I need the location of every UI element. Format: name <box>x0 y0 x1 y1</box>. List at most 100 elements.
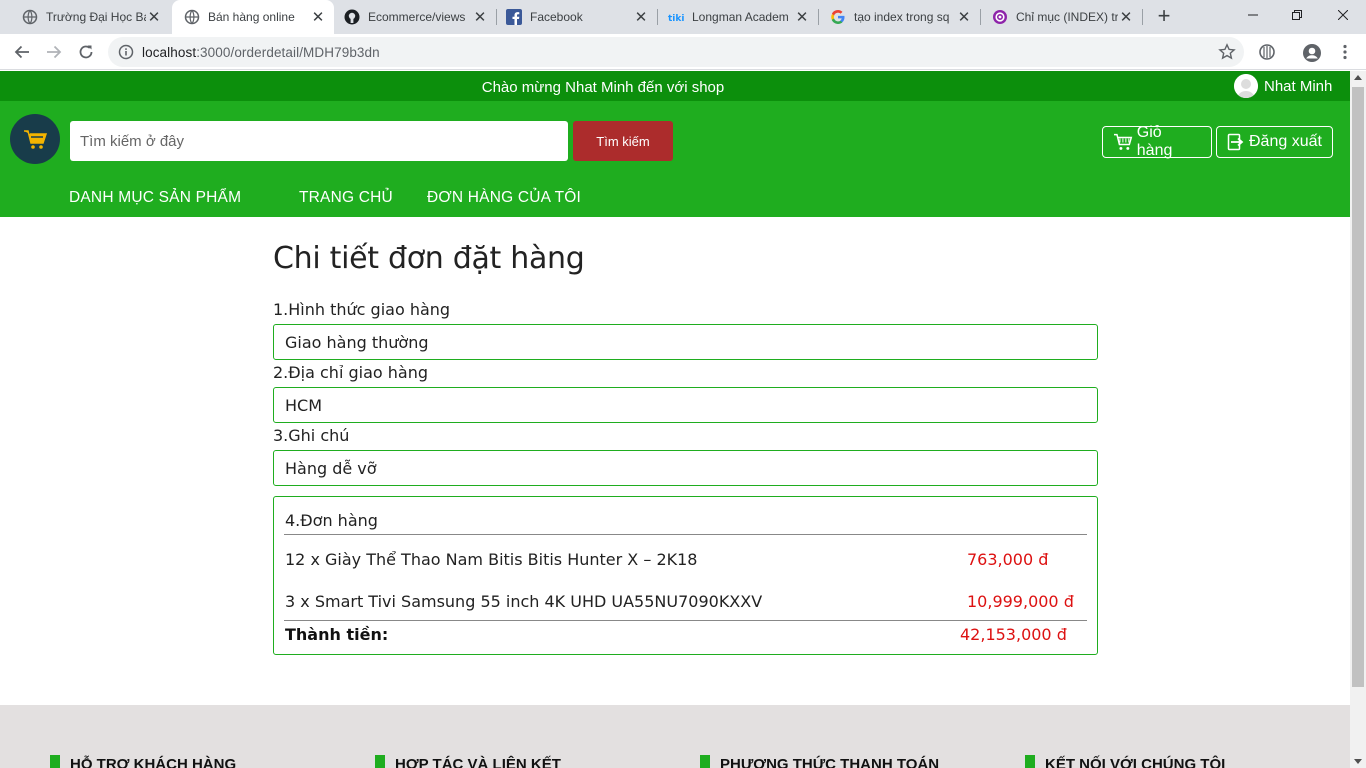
menu-item-categories[interactable]: DANH MỤC SẢN PHẨM <box>69 189 241 207</box>
username: Nhat Minh <box>1264 77 1333 95</box>
close-icon[interactable]: ✕ <box>956 8 972 26</box>
tab-title: Trường Đại Học Bá <box>46 10 146 24</box>
search-input[interactable] <box>70 121 568 161</box>
tab-title: Ecommerce/views <box>368 10 466 24</box>
reload-icon[interactable] <box>72 38 100 66</box>
footer-heading: PHƯƠNG THỨC THANH TOÁN <box>720 755 940 768</box>
github-icon <box>344 9 360 25</box>
browser-tab[interactable]: Facebook ✕ <box>497 0 657 34</box>
avatar-icon <box>1234 74 1258 98</box>
user-menu[interactable]: Nhat Minh <box>1234 74 1332 98</box>
note-field: Hàng dễ vỡ <box>273 450 1098 486</box>
browser-tab[interactable]: Trường Đại Học Bá ✕ <box>0 0 170 34</box>
search-button[interactable]: Tìm kiếm <box>573 121 673 161</box>
divider <box>284 620 1087 621</box>
cart-logo-icon <box>24 130 48 149</box>
browser-tab[interactable]: Ecommerce/views ✕ <box>334 0 496 34</box>
footer-heading: HỖ TRỢ KHÁCH HÀNG <box>70 755 237 768</box>
globe-icon <box>22 9 38 25</box>
scrollbar-thumb[interactable] <box>1352 87 1364 687</box>
menu-item-my-orders[interactable]: ĐƠN HÀNG CỦA TÔI <box>427 189 581 207</box>
close-icon[interactable]: ✕ <box>146 8 162 26</box>
google-icon <box>830 9 846 25</box>
restore-icon[interactable] <box>1274 0 1320 30</box>
close-icon[interactable]: ✕ <box>1118 8 1134 26</box>
page-scrollbar[interactable] <box>1350 71 1366 768</box>
page-title: Chi tiết đơn đặt hàng <box>273 241 585 276</box>
shipping-method-field: Giao hàng thường <box>273 324 1098 360</box>
facebook-icon <box>506 9 522 25</box>
url-text: localhost:3000/orderdetail/MDH79b3dn <box>142 45 380 60</box>
footer-heading: KẾT NỐI VỚI CHÚNG TÔI <box>1045 755 1226 768</box>
address-bar[interactable]: localhost:3000/orderdetail/MDH79b3dn <box>108 37 1244 67</box>
order-items-label: 4.Đơn hàng <box>285 511 378 530</box>
tab-title: Chỉ mục (INDEX) tr <box>1016 10 1118 24</box>
shipping-method-label: 1.Hình thức giao hàng <box>273 300 451 319</box>
order-item-price: 763,000 đ <box>967 550 1049 569</box>
welcome-message: Chào mừng Nhat Minh đến với shop <box>481 79 725 96</box>
footer-accent-bar <box>375 755 385 768</box>
web-page: Chào mừng Nhat Minh đến với shop Nhat Mi… <box>0 71 1350 768</box>
browser-tab[interactable]: Chỉ mục (INDEX) tr ✕ <box>981 0 1142 34</box>
address-label: 2.Địa chỉ giao hàng <box>273 363 428 382</box>
footer-column: PHƯƠNG THỨC THANH TOÁN <box>700 755 939 768</box>
profile-icon[interactable] <box>1302 43 1321 62</box>
tab-title: Facebook <box>530 10 583 24</box>
info-icon[interactable] <box>118 44 134 65</box>
logout-button[interactable]: Đăng xuất <box>1216 126 1333 158</box>
order-item-price: 10,999,000 đ <box>967 592 1074 611</box>
tab-title: Longman Academ <box>692 10 789 24</box>
footer-accent-bar <box>1025 755 1035 768</box>
address-field: HCM <box>273 387 1098 423</box>
bookmark-star-icon[interactable] <box>1218 43 1236 66</box>
globe-icon <box>184 9 200 25</box>
shop-logo[interactable] <box>10 114 60 164</box>
scroll-up-icon[interactable] <box>1354 75 1362 80</box>
back-arrow-icon[interactable] <box>8 38 36 66</box>
tab-title: tạo index trong sq <box>854 10 950 24</box>
minimize-icon[interactable] <box>1230 0 1276 30</box>
footer-column: HỢP TÁC VÀ LIÊN KẾT <box>375 755 561 768</box>
scroll-down-icon[interactable] <box>1354 759 1362 764</box>
window-close-icon[interactable] <box>1320 0 1366 30</box>
site-footer: HỖ TRỢ KHÁCH HÀNG HỢP TÁC VÀ LIÊN KẾT PH… <box>0 705 1350 768</box>
note-label: 3.Ghi chú <box>273 426 350 445</box>
tab-title: Bán hàng online <box>208 10 295 24</box>
tiki-icon: tiki <box>668 9 684 25</box>
site-header: Tìm kiếm Giỏ hàng Đăng xuất DANH MỤC SẢN… <box>0 101 1350 217</box>
total-label: Thành tiền: <box>285 625 389 644</box>
close-icon[interactable]: ✕ <box>633 8 649 26</box>
footer-column: HỖ TRỢ KHÁCH HÀNG <box>50 755 236 768</box>
cart-label: Giỏ hàng <box>1136 124 1173 159</box>
footer-accent-bar <box>50 755 60 768</box>
menu-item-home[interactable]: TRANG CHỦ <box>299 189 393 207</box>
browser-toolbar: localhost:3000/orderdetail/MDH79b3dn <box>0 34 1366 70</box>
total-value: 42,153,000 đ <box>960 625 1067 644</box>
logout-label: Đăng xuất <box>1249 133 1322 150</box>
browser-tab-bar: Trường Đại Học Bá ✕ Bán hàng online ✕ Ec… <box>0 0 1366 34</box>
welcome-bar: Chào mừng Nhat Minh đến với shop Nhat Mi… <box>0 71 1350 101</box>
tab-separator <box>1142 9 1143 25</box>
svg-text:tiki: tiki <box>668 14 684 24</box>
browser-tab[interactable]: tạo index trong sq ✕ <box>819 0 980 34</box>
logout-icon <box>1227 133 1244 151</box>
close-icon[interactable]: ✕ <box>310 8 326 26</box>
close-icon[interactable]: ✕ <box>794 8 810 26</box>
order-item-name: 12 x Giày Thể Thao Nam Bitis Bitis Hunte… <box>285 550 698 569</box>
order-items-box: 4.Đơn hàng 12 x Giày Thể Thao Nam Bitis … <box>273 496 1098 655</box>
footer-column: KẾT NỐI VỚI CHÚNG TÔI <box>1025 755 1225 768</box>
cart-icon <box>1113 133 1133 150</box>
menu-dots-icon[interactable] <box>1336 43 1354 61</box>
browser-tab[interactable]: tiki Longman Academ ✕ <box>658 0 818 34</box>
new-tab-plus-icon[interactable]: + <box>1152 5 1176 29</box>
footer-accent-bar <box>700 755 710 768</box>
divider <box>284 534 1087 535</box>
extension-icon[interactable] <box>1258 43 1276 61</box>
cart-button[interactable]: Giỏ hàng <box>1102 124 1212 159</box>
order-item-name: 3 x Smart Tivi Samsung 55 inch 4K UHD UA… <box>285 592 763 611</box>
at-icon <box>992 9 1008 25</box>
browser-tab-active[interactable]: Bán hàng online ✕ <box>172 0 334 34</box>
forward-arrow-icon[interactable] <box>40 38 68 66</box>
close-icon[interactable]: ✕ <box>472 8 488 26</box>
footer-heading: HỢP TÁC VÀ LIÊN KẾT <box>395 755 561 768</box>
